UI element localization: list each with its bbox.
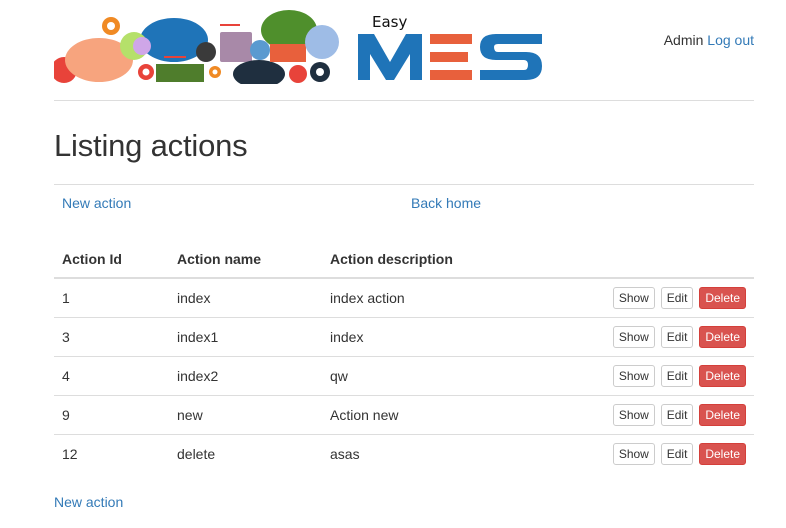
cell-action-id: 9: [54, 395, 169, 435]
brand-logo: Easy: [356, 10, 546, 82]
show-button[interactable]: Show: [612, 286, 655, 309]
actions-table: Action Id Action name Action description…: [54, 240, 754, 473]
delete-button[interactable]: Delete: [699, 442, 746, 465]
delete-button[interactable]: Delete: [699, 364, 746, 387]
mes-logo-icon: [358, 34, 542, 80]
title-divider: [54, 184, 754, 185]
table-row: 1 index index action Show Edit Delete: [54, 278, 754, 318]
back-home-link[interactable]: Back home: [411, 195, 481, 211]
row-buttons: Show Edit Delete: [582, 356, 754, 396]
edit-button[interactable]: Edit: [660, 325, 694, 348]
cell-action-name: delete: [177, 445, 216, 462]
cell-action-id: 4: [54, 356, 169, 396]
cell-action-name: index1: [169, 317, 322, 357]
new-action-bottom-link[interactable]: New action: [54, 494, 123, 510]
cell-action-id: 1: [54, 278, 169, 318]
cell-action-description: Action new: [322, 395, 582, 435]
row-buttons: Show Edit Delete: [582, 434, 754, 473]
row-buttons: Show Edit Delete: [582, 395, 754, 435]
action-links-bar: New action Back home: [54, 194, 754, 214]
cell-action-name: new: [169, 395, 322, 435]
show-button[interactable]: Show: [612, 364, 655, 387]
cell-action-description: qw: [322, 356, 582, 396]
show-button[interactable]: Show: [612, 325, 655, 348]
column-header-action-id: Action Id: [54, 240, 169, 279]
column-header-buttons: [582, 240, 754, 279]
edit-button[interactable]: Edit: [660, 403, 694, 426]
header-divider: [54, 100, 754, 101]
new-action-link[interactable]: New action: [62, 195, 131, 211]
cell-action-id: 3: [54, 317, 169, 357]
table-row: 12 delete asas Show Edit Delete: [54, 434, 754, 473]
user-area: Admin Log out: [664, 32, 754, 48]
row-buttons: Show Edit Delete: [582, 317, 754, 357]
cell-action-description: index: [322, 317, 582, 357]
show-button[interactable]: Show: [612, 403, 655, 426]
edit-button[interactable]: Edit: [660, 364, 694, 387]
logout-link[interactable]: Log out: [707, 32, 754, 48]
row-buttons: Show Edit Delete: [582, 278, 754, 318]
decorative-banner-image: [54, 10, 339, 84]
user-name: Admin: [663, 32, 704, 48]
cell-action-name: index2: [169, 356, 322, 396]
show-button[interactable]: Show: [612, 442, 655, 465]
delete-button[interactable]: Delete: [699, 403, 746, 426]
page-header: Easy Admin Log out: [54, 8, 754, 100]
cell-action-id: 12: [62, 445, 78, 462]
delete-button[interactable]: Delete: [699, 286, 746, 309]
table-row: 9 new Action new Show Edit Delete: [54, 395, 754, 435]
cell-action-name: index: [169, 278, 322, 318]
page-title: Listing actions: [54, 128, 248, 163]
column-header-action-description: Action description: [322, 240, 582, 279]
table-row: 3 index1 index Show Edit Delete: [54, 317, 754, 357]
edit-button[interactable]: Edit: [660, 442, 694, 465]
cell-action-description: asas: [330, 445, 360, 462]
delete-button[interactable]: Delete: [699, 325, 746, 348]
table-row: 4 index2 qw Show Edit Delete: [54, 356, 754, 396]
edit-button[interactable]: Edit: [660, 286, 694, 309]
column-header-action-name: Action name: [169, 240, 322, 279]
cell-action-description: index action: [322, 278, 582, 318]
table-header-row: Action Id Action name Action description: [54, 240, 754, 279]
